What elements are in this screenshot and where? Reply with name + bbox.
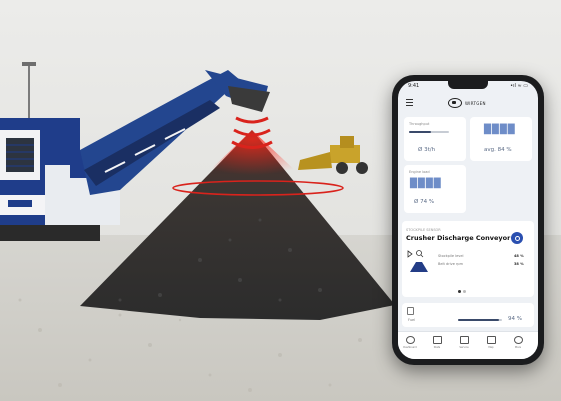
tile-value: avg. 84 % (484, 147, 512, 153)
tab-label: Map (488, 346, 494, 349)
app-logo-text: WIRTGEN (465, 100, 486, 106)
marketing-scene: 9:41 •ıl ≈ ▭ WIRTGEN Throughput Ø 3t/h █… (0, 0, 561, 401)
fuel-label: Fuel (408, 318, 416, 322)
tab-label: Stats (433, 346, 441, 349)
engine-load-tile[interactable]: Engine load ████ Ø 74 % (404, 165, 466, 213)
tab-label: More (514, 346, 522, 349)
metric-value: 48 % (514, 254, 524, 258)
tile-value: Ø 74 % (414, 199, 435, 205)
conveyor-title: Crusher Discharge Conveyor (406, 234, 511, 242)
fuel-pump-icon (407, 307, 414, 315)
carousel-indicator[interactable] (458, 290, 466, 293)
app-logo: WIRTGEN (448, 98, 486, 108)
tab-label: Dashboard (403, 346, 417, 349)
phone-notch (448, 81, 488, 89)
tab-label: Service (459, 346, 469, 349)
status-icons: •ıl ≈ ▭ (510, 83, 528, 89)
tab-service[interactable]: Service (454, 336, 474, 349)
tile-digits: ████ (410, 179, 442, 189)
tab-map[interactable]: Map (481, 336, 501, 349)
throughput-tile[interactable]: Throughput Ø 3t/h (404, 117, 466, 161)
metric-value: 38 % (514, 262, 524, 266)
bottom-tab-bar: Dashboard Stats Service Map More (398, 331, 538, 359)
tile-label: Throughput (409, 122, 430, 126)
brand-logo-icon (448, 98, 462, 108)
conveyor-subtitle: STOCKPILE SENSOR (406, 228, 441, 232)
conveyor-settings-button[interactable] (511, 232, 523, 244)
tab-dashboard[interactable]: Dashboard (400, 336, 420, 349)
menu-icon[interactable] (406, 99, 413, 106)
tile-digits: ████ (484, 125, 516, 135)
throughput-bar (409, 131, 449, 133)
status-time: 9:41 (408, 83, 420, 89)
fill-level-tile[interactable]: ████ avg. 84 % (470, 117, 532, 161)
fuel-card[interactable]: Fuel 94 % (402, 303, 534, 327)
service-icon (459, 336, 469, 344)
metric-label: Stockpile level (438, 254, 464, 258)
stats-icon (432, 336, 442, 344)
dashboard-icon (405, 336, 415, 344)
metric-label: Belt drive rpm (438, 262, 464, 266)
map-icon (486, 336, 496, 344)
tab-more[interactable]: More (508, 336, 528, 349)
more-icon (513, 336, 523, 344)
fuel-bar (458, 319, 502, 321)
smartphone: 9:41 •ıl ≈ ▭ WIRTGEN Throughput Ø 3t/h █… (392, 75, 544, 365)
app-header: WIRTGEN (398, 93, 538, 113)
phone-screen: 9:41 •ıl ≈ ▭ WIRTGEN Throughput Ø 3t/h █… (398, 81, 538, 359)
tab-stats[interactable]: Stats (427, 336, 447, 349)
fuel-value: 94 % (508, 316, 522, 322)
tile-label: Engine load (409, 170, 430, 174)
stockpile-icon (407, 250, 428, 272)
tile-value: Ø 3t/h (418, 147, 436, 153)
